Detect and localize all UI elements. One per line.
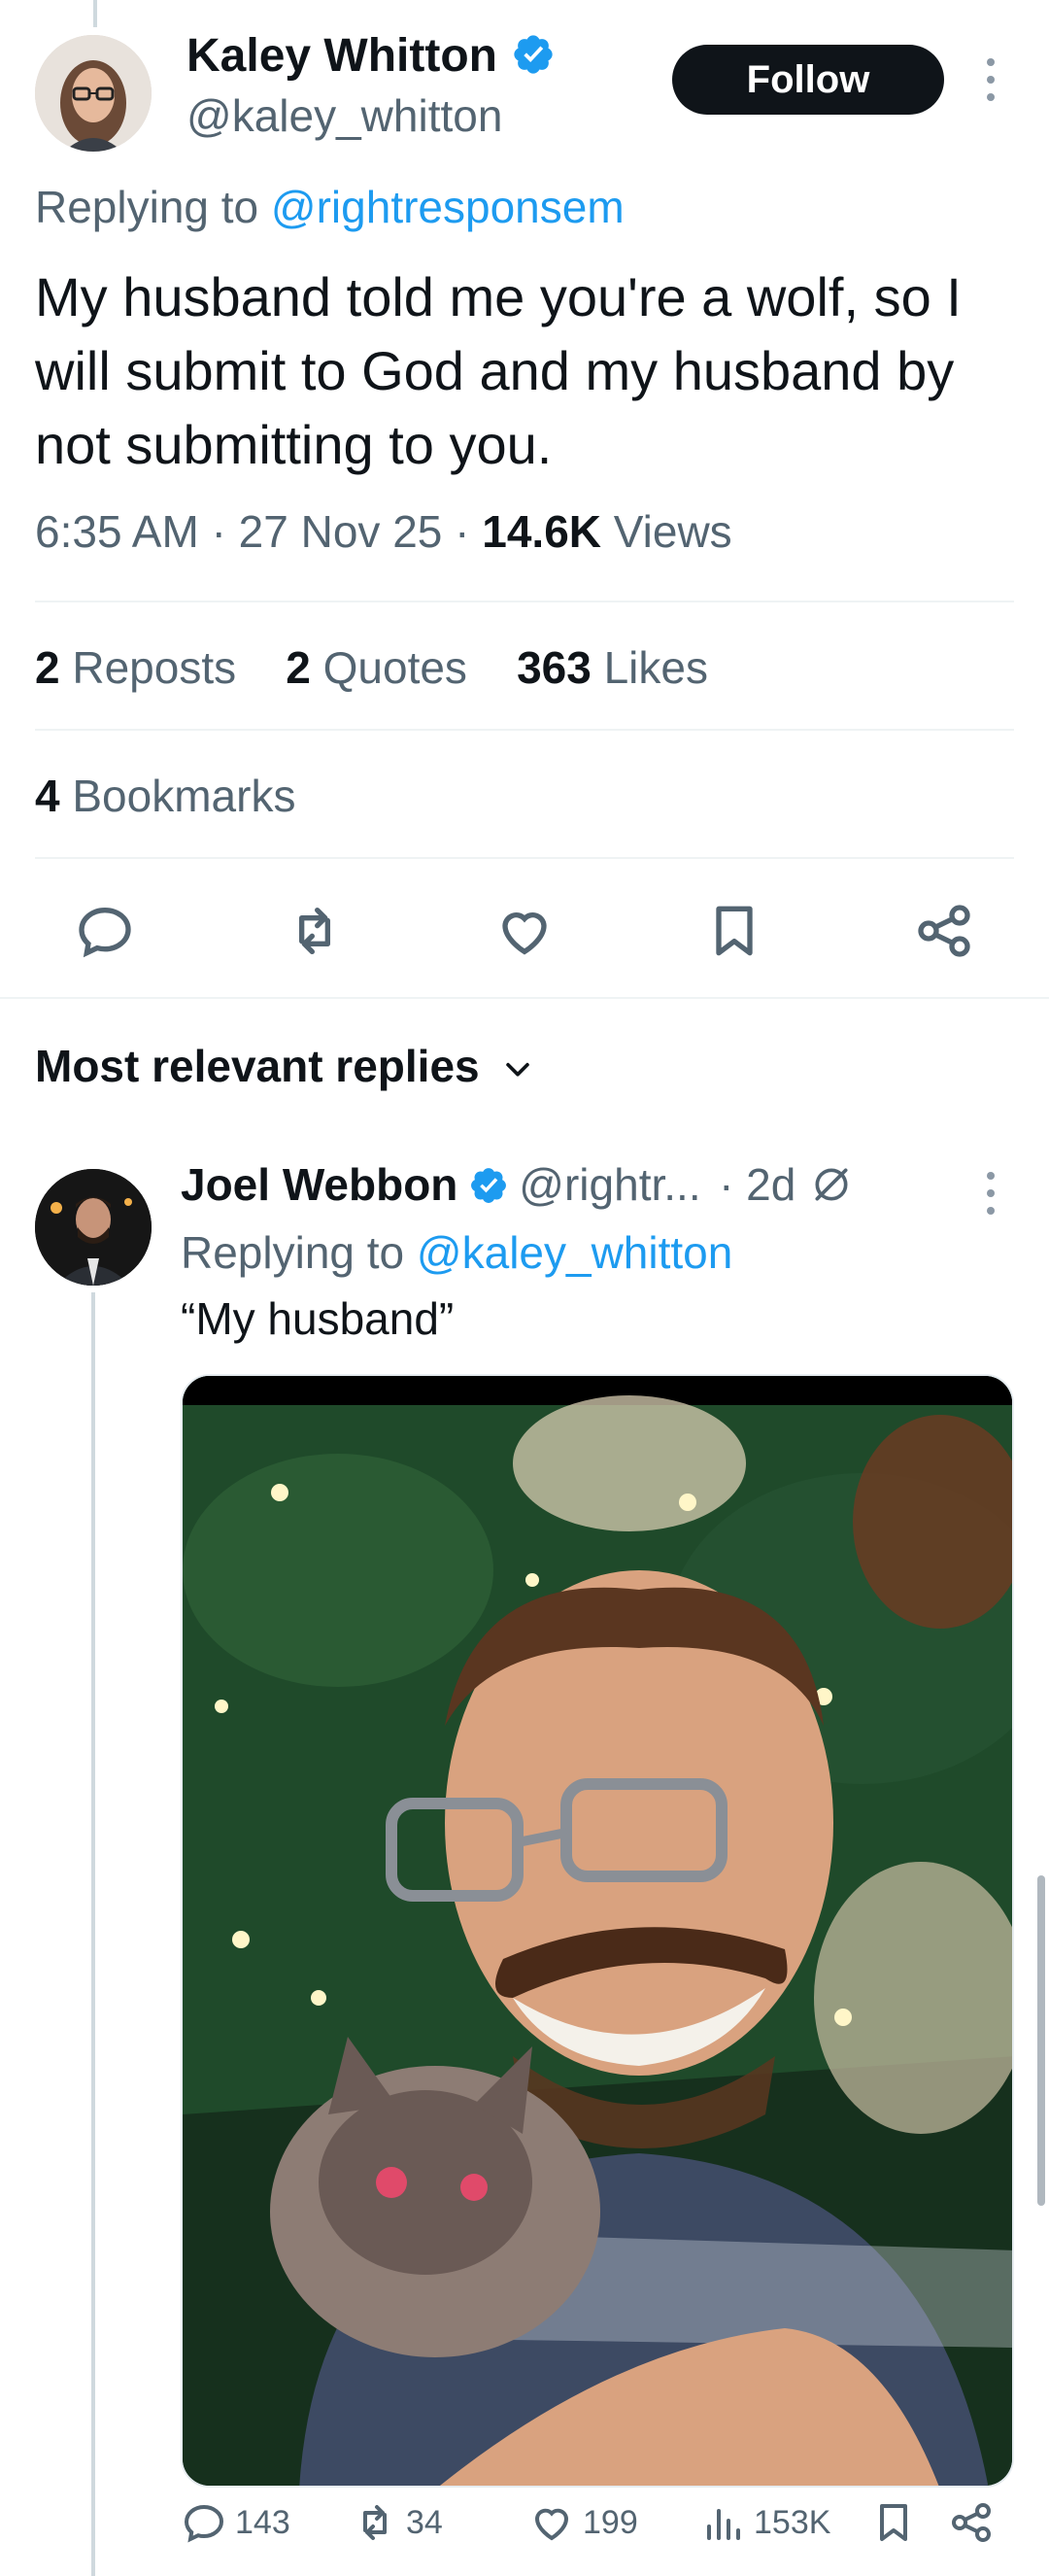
reply-reposts-count: 34 xyxy=(406,2503,443,2541)
divider xyxy=(35,601,1014,602)
reply-reposts-button[interactable]: 34 xyxy=(352,2499,443,2546)
follow-button[interactable]: Follow xyxy=(672,45,944,115)
reply-likes-button[interactable]: 199 xyxy=(528,2499,638,2546)
tweet-date[interactable]: 27 Nov 25 xyxy=(239,506,443,557)
share-icon xyxy=(952,2503,991,2542)
verified-badge-icon xyxy=(514,35,554,74)
bookmarks-count: 4 xyxy=(35,771,60,821)
like-icon xyxy=(534,2508,569,2541)
meta-separator: · xyxy=(211,506,239,557)
reply-share-button[interactable] xyxy=(948,2499,995,2546)
bookmarks-label: Bookmarks xyxy=(72,771,296,821)
reposts-count: 2 xyxy=(35,642,60,693)
chevron-down-icon xyxy=(506,1062,530,1077)
reply-icon xyxy=(184,2504,224,2543)
views-icon xyxy=(707,2509,740,2540)
engagement-stats: 2 Reposts 2 Quotes 363 Likes xyxy=(35,641,708,694)
author-handle[interactable]: @kaley_whitton xyxy=(186,89,502,142)
divider xyxy=(0,997,1049,999)
repost-icon xyxy=(363,2505,387,2540)
reply-views-count: 153K xyxy=(754,2503,831,2541)
reply-likes-count: 199 xyxy=(583,2503,638,2541)
replies-sort-dropdown[interactable]: Most relevant replies xyxy=(35,1040,534,1092)
reply-age[interactable]: · 2d xyxy=(719,1159,795,1210)
bookmark-icon[interactable] xyxy=(703,900,765,962)
replying-to: Replying to @rightresponsem xyxy=(35,181,625,233)
reposts-label: Reposts xyxy=(72,642,237,693)
reply-text: “My husband” xyxy=(181,1293,455,1344)
bookmark-icon xyxy=(880,2504,907,2541)
reply-author-avatar[interactable] xyxy=(35,1169,152,1286)
views-label: Views xyxy=(613,506,732,557)
reply-bookmark-button[interactable] xyxy=(870,2499,917,2546)
replies-sort-label: Most relevant replies xyxy=(35,1041,480,1091)
replying-prefix: Replying to xyxy=(35,182,271,232)
reply-media-image[interactable] xyxy=(181,1374,1014,2488)
reply-replying-to: Replying to @kaley_whitton xyxy=(181,1226,732,1279)
grok-icon[interactable] xyxy=(810,1163,853,1206)
reply-author-handle[interactable]: @rightr... xyxy=(519,1159,700,1210)
reply-replies-button[interactable]: 143 xyxy=(181,2499,290,2546)
reply-author-name[interactable]: Joel Webbon xyxy=(181,1159,457,1210)
divider xyxy=(35,729,1014,731)
reply-more-icon[interactable] xyxy=(979,1154,1002,1232)
more-icon[interactable] xyxy=(979,41,1002,119)
share-icon[interactable] xyxy=(913,900,975,962)
reply-action-bar: 143 34 199 153K xyxy=(181,2499,1016,2576)
likes-count: 363 xyxy=(517,642,592,693)
verified-badge-icon xyxy=(470,1168,506,1203)
reply-header: Joel Webbon @rightr... · 2d xyxy=(181,1158,853,1211)
tweet-meta: 6:35 AM · 27 Nov 25 · 14.6K Views xyxy=(35,505,732,558)
likes-label: Likes xyxy=(603,642,708,693)
views-count: 14.6K xyxy=(482,506,602,557)
reply-views-button[interactable]: 153K xyxy=(699,2499,830,2546)
replying-to-mention[interactable]: @rightresponsem xyxy=(271,182,625,232)
author-name[interactable]: Kaley Whitton xyxy=(186,30,497,82)
tweet-time[interactable]: 6:35 AM xyxy=(35,506,199,557)
reply-icon[interactable] xyxy=(74,900,136,962)
meta-separator: · xyxy=(455,506,483,557)
author-avatar[interactable] xyxy=(35,35,152,152)
thread-connector-reply xyxy=(91,1292,95,2576)
reply-replying-to-mention[interactable]: @kaley_whitton xyxy=(417,1227,732,1278)
repost-icon[interactable] xyxy=(284,900,346,962)
quotes-stat[interactable]: 2 Quotes xyxy=(286,642,467,693)
author-name-row: Kaley Whitton xyxy=(186,29,556,83)
reply-replying-prefix: Replying to xyxy=(181,1227,417,1278)
reply-replies-count: 143 xyxy=(235,2503,290,2541)
quotes-label: Quotes xyxy=(322,642,467,693)
quotes-count: 2 xyxy=(286,642,311,693)
divider xyxy=(35,857,1014,859)
thread-connector-top xyxy=(93,0,97,27)
likes-stat[interactable]: 363 Likes xyxy=(517,642,708,693)
bookmarks-stat[interactable]: 4 Bookmarks xyxy=(35,770,295,822)
reposts-stat[interactable]: 2 Reposts xyxy=(35,642,236,693)
scrollbar[interactable] xyxy=(1037,1875,1045,2206)
tweet-text: My husband told me you're a wolf, so I w… xyxy=(35,266,962,475)
like-icon[interactable] xyxy=(493,900,556,962)
